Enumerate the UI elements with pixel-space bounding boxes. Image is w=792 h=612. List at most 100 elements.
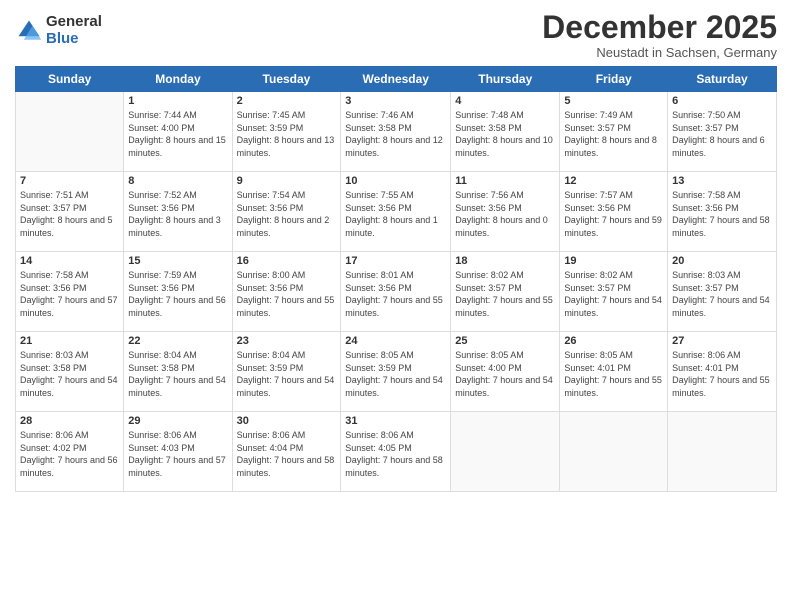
day-info: Sunrise: 7:58 AM Sunset: 3:56 PM Dayligh… <box>20 269 119 319</box>
calendar-cell: 11Sunrise: 7:56 AM Sunset: 3:56 PM Dayli… <box>451 172 560 252</box>
week-row-0: 1 Sunrise: 7:44 AM Sunset: 4:00 PM Daylig… <box>16 92 777 172</box>
day-info: Sunrise: 7:52 AM Sunset: 3:56 PM Dayligh… <box>128 189 227 239</box>
calendar-cell: 12 Sunrise: 7:57 AM Sunset: 3:56 PM Dayli… <box>560 172 668 252</box>
col-saturday: Saturday <box>668 67 777 92</box>
day-info: Sunrise: 8:02 AM Sunset: 3:57 PM Dayligh… <box>455 269 555 319</box>
calendar-cell: 5 Sunrise: 7:49 AM Sunset: 3:57 PM Daylig… <box>560 92 668 172</box>
calendar-cell: 9 Sunrise: 7:54 AM Sunset: 3:56 PM Daylig… <box>232 172 341 252</box>
day-number: 29 <box>128 415 227 427</box>
col-thursday: Thursday <box>451 67 560 92</box>
calendar-cell: 24Sunrise: 8:05 AM Sunset: 3:59 PM Dayli… <box>341 332 451 412</box>
day-info: Sunrise: 8:06 AM Sunset: 4:02 PM Dayligh… <box>20 429 119 479</box>
calendar-cell: 18 Sunrise: 8:02 AM Sunset: 3:57 PM Dayli… <box>451 252 560 332</box>
week-row-1: 7 Sunrise: 7:51 AM Sunset: 3:57 PM Daylig… <box>16 172 777 252</box>
day-number: 26 <box>564 335 663 347</box>
day-number: 16 <box>237 255 337 267</box>
calendar-cell <box>16 92 124 172</box>
title-block: December 2025 Neustadt in Sachsen, Germa… <box>542 10 777 60</box>
calendar-cell: 7 Sunrise: 7:51 AM Sunset: 3:57 PM Daylig… <box>16 172 124 252</box>
calendar-cell: 3Sunrise: 7:46 AM Sunset: 3:58 PM Daylig… <box>341 92 451 172</box>
col-sunday: Sunday <box>16 67 124 92</box>
day-number: 1 <box>128 95 227 107</box>
day-info: Sunrise: 8:06 AM Sunset: 4:04 PM Dayligh… <box>237 429 337 479</box>
day-info: Sunrise: 7:48 AM Sunset: 3:58 PM Dayligh… <box>455 109 555 159</box>
calendar-cell: 17 Sunrise: 8:01 AM Sunset: 3:56 PM Dayli… <box>341 252 451 332</box>
calendar-cell: 8Sunrise: 7:52 AM Sunset: 3:56 PM Daylig… <box>124 172 232 252</box>
day-number: 31 <box>345 415 446 427</box>
day-number: 9 <box>237 175 337 187</box>
calendar-table: Sunday Monday Tuesday Wednesday Thursday… <box>15 66 777 492</box>
day-info: Sunrise: 8:03 AM Sunset: 3:57 PM Dayligh… <box>672 269 772 319</box>
day-number: 5 <box>564 95 663 107</box>
day-info: Sunrise: 7:58 AM Sunset: 3:56 PM Dayligh… <box>672 189 772 239</box>
day-number: 18 <box>455 255 555 267</box>
logo-blue: Blue <box>46 31 102 48</box>
day-number: 4 <box>455 95 555 107</box>
calendar-cell: 14Sunrise: 7:58 AM Sunset: 3:56 PM Dayli… <box>16 252 124 332</box>
day-info: Sunrise: 7:44 AM Sunset: 4:00 PM Dayligh… <box>128 109 227 159</box>
logo-icon <box>15 17 43 45</box>
day-number: 24 <box>345 335 446 347</box>
day-number: 6 <box>672 95 772 107</box>
calendar-cell: 1 Sunrise: 7:44 AM Sunset: 4:00 PM Daylig… <box>124 92 232 172</box>
header-row: Sunday Monday Tuesday Wednesday Thursday… <box>16 67 777 92</box>
day-info: Sunrise: 8:06 AM Sunset: 4:01 PM Dayligh… <box>672 349 772 399</box>
col-wednesday: Wednesday <box>341 67 451 92</box>
calendar-cell <box>668 412 777 492</box>
logo-text: General Blue <box>46 14 102 47</box>
day-number: 13 <box>672 175 772 187</box>
calendar-cell: 2 Sunrise: 7:45 AM Sunset: 3:59 PM Daylig… <box>232 92 341 172</box>
day-number: 17 <box>345 255 446 267</box>
calendar-cell: 20Sunrise: 8:03 AM Sunset: 3:57 PM Dayli… <box>668 252 777 332</box>
calendar-cell <box>451 412 560 492</box>
calendar-cell: 6 Sunrise: 7:50 AM Sunset: 3:57 PM Daylig… <box>668 92 777 172</box>
day-info: Sunrise: 7:45 AM Sunset: 3:59 PM Dayligh… <box>237 109 337 159</box>
day-info: Sunrise: 8:02 AM Sunset: 3:57 PM Dayligh… <box>564 269 663 319</box>
day-number: 25 <box>455 335 555 347</box>
week-row-2: 14Sunrise: 7:58 AM Sunset: 3:56 PM Dayli… <box>16 252 777 332</box>
day-info: Sunrise: 8:01 AM Sunset: 3:56 PM Dayligh… <box>345 269 446 319</box>
day-number: 3 <box>345 95 446 107</box>
day-info: Sunrise: 8:04 AM Sunset: 3:59 PM Dayligh… <box>237 349 337 399</box>
day-info: Sunrise: 8:05 AM Sunset: 4:00 PM Dayligh… <box>455 349 555 399</box>
calendar-cell: 15 Sunrise: 7:59 AM Sunset: 3:56 PM Dayli… <box>124 252 232 332</box>
day-info: Sunrise: 7:59 AM Sunset: 3:56 PM Dayligh… <box>128 269 227 319</box>
calendar-cell: 23 Sunrise: 8:04 AM Sunset: 3:59 PM Dayli… <box>232 332 341 412</box>
day-info: Sunrise: 8:06 AM Sunset: 4:05 PM Dayligh… <box>345 429 446 479</box>
calendar-cell: 26Sunrise: 8:05 AM Sunset: 4:01 PM Dayli… <box>560 332 668 412</box>
col-tuesday: Tuesday <box>232 67 341 92</box>
day-info: Sunrise: 7:50 AM Sunset: 3:57 PM Dayligh… <box>672 109 772 159</box>
day-number: 2 <box>237 95 337 107</box>
day-number: 19 <box>564 255 663 267</box>
location: Neustadt in Sachsen, Germany <box>542 45 777 60</box>
day-info: Sunrise: 8:00 AM Sunset: 3:56 PM Dayligh… <box>237 269 337 319</box>
day-number: 28 <box>20 415 119 427</box>
col-friday: Friday <box>560 67 668 92</box>
col-monday: Monday <box>124 67 232 92</box>
week-row-4: 28 Sunrise: 8:06 AM Sunset: 4:02 PM Dayli… <box>16 412 777 492</box>
day-number: 22 <box>128 335 227 347</box>
calendar-cell <box>560 412 668 492</box>
day-number: 12 <box>564 175 663 187</box>
calendar-cell: 10Sunrise: 7:55 AM Sunset: 3:56 PM Dayli… <box>341 172 451 252</box>
day-info: Sunrise: 7:49 AM Sunset: 3:57 PM Dayligh… <box>564 109 663 159</box>
day-info: Sunrise: 7:54 AM Sunset: 3:56 PM Dayligh… <box>237 189 337 239</box>
day-info: Sunrise: 7:57 AM Sunset: 3:56 PM Dayligh… <box>564 189 663 239</box>
day-number: 7 <box>20 175 119 187</box>
day-info: Sunrise: 7:51 AM Sunset: 3:57 PM Dayligh… <box>20 189 119 239</box>
calendar-cell: 13 Sunrise: 7:58 AM Sunset: 3:56 PM Dayli… <box>668 172 777 252</box>
calendar-cell: 30 Sunrise: 8:06 AM Sunset: 4:04 PM Dayli… <box>232 412 341 492</box>
calendar-cell: 25 Sunrise: 8:05 AM Sunset: 4:00 PM Dayli… <box>451 332 560 412</box>
day-number: 21 <box>20 335 119 347</box>
day-number: 10 <box>345 175 446 187</box>
page: General Blue December 2025 Neustadt in S… <box>0 0 792 612</box>
calendar-cell: 29Sunrise: 8:06 AM Sunset: 4:03 PM Dayli… <box>124 412 232 492</box>
day-number: 23 <box>237 335 337 347</box>
calendar-cell: 19 Sunrise: 8:02 AM Sunset: 3:57 PM Dayli… <box>560 252 668 332</box>
calendar-cell: 28 Sunrise: 8:06 AM Sunset: 4:02 PM Dayli… <box>16 412 124 492</box>
week-row-3: 21Sunrise: 8:03 AM Sunset: 3:58 PM Dayli… <box>16 332 777 412</box>
day-number: 15 <box>128 255 227 267</box>
header: General Blue December 2025 Neustadt in S… <box>15 10 777 60</box>
calendar-cell: 22Sunrise: 8:04 AM Sunset: 3:58 PM Dayli… <box>124 332 232 412</box>
day-number: 30 <box>237 415 337 427</box>
